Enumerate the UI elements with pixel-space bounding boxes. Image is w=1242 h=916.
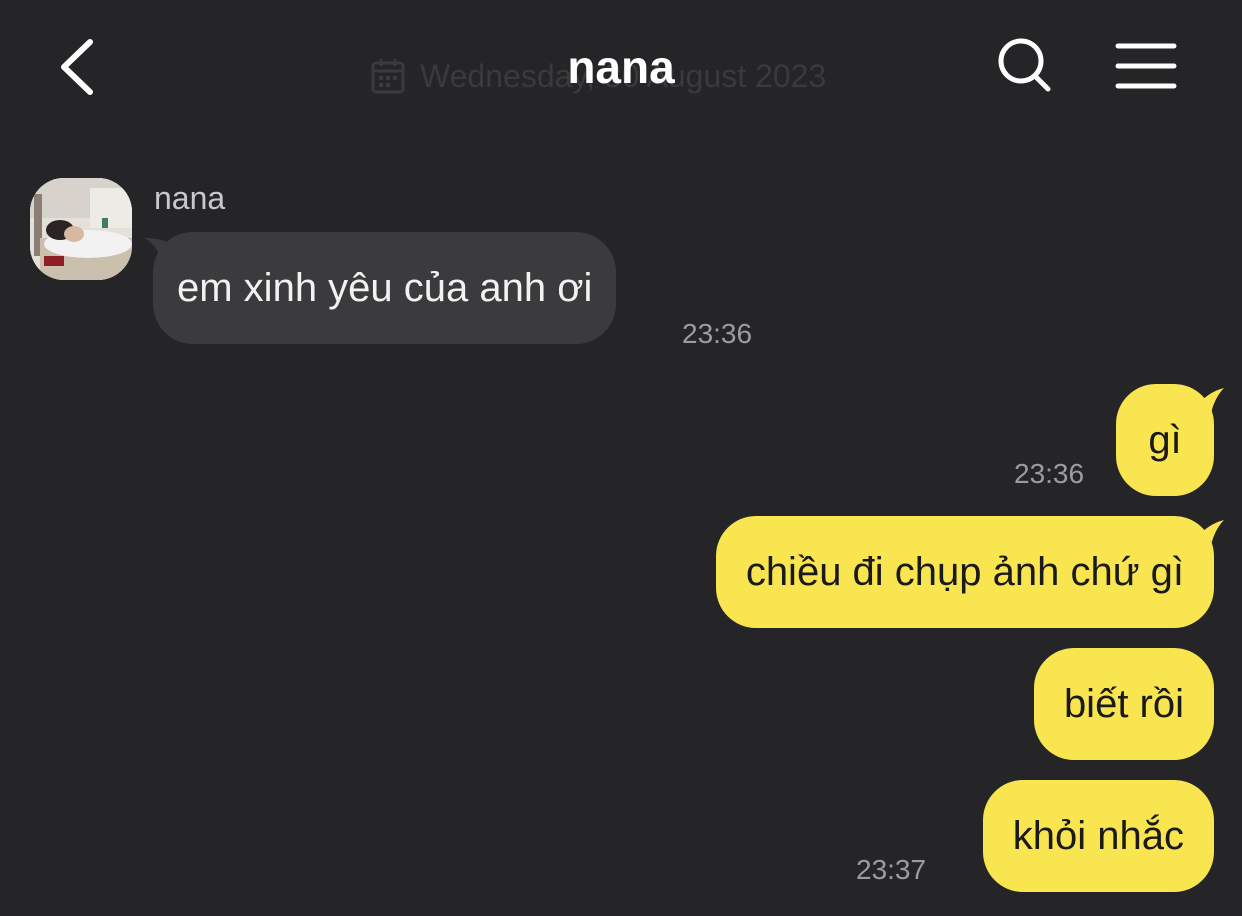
chat-title: nana <box>567 41 675 93</box>
message-time: 23:36 <box>682 318 753 349</box>
message-bubble-sent[interactable]: chiều đi chụp ảnh chứ gì <box>715 516 1214 628</box>
message-bubble-sent[interactable]: gì <box>1116 384 1214 496</box>
chat-header: Wednesday, 30 August 2023 nana <box>0 0 1242 140</box>
message-time: 23:36 <box>1014 458 1085 489</box>
sender-name: nana <box>154 180 226 216</box>
message-bubble-sent[interactable]: biết rồi <box>1033 648 1214 760</box>
message-time: 23:37 <box>856 854 927 885</box>
chat-screen: Wednesday, 30 August 2023 nana nana em x… <box>0 0 1242 916</box>
message-bubble-sent[interactable]: khỏi nhắc <box>982 780 1214 892</box>
avatar[interactable] <box>30 178 132 280</box>
message-bubble-received[interactable]: em xinh yêu của anh ơi <box>153 232 617 344</box>
avatar-photo <box>30 178 132 280</box>
